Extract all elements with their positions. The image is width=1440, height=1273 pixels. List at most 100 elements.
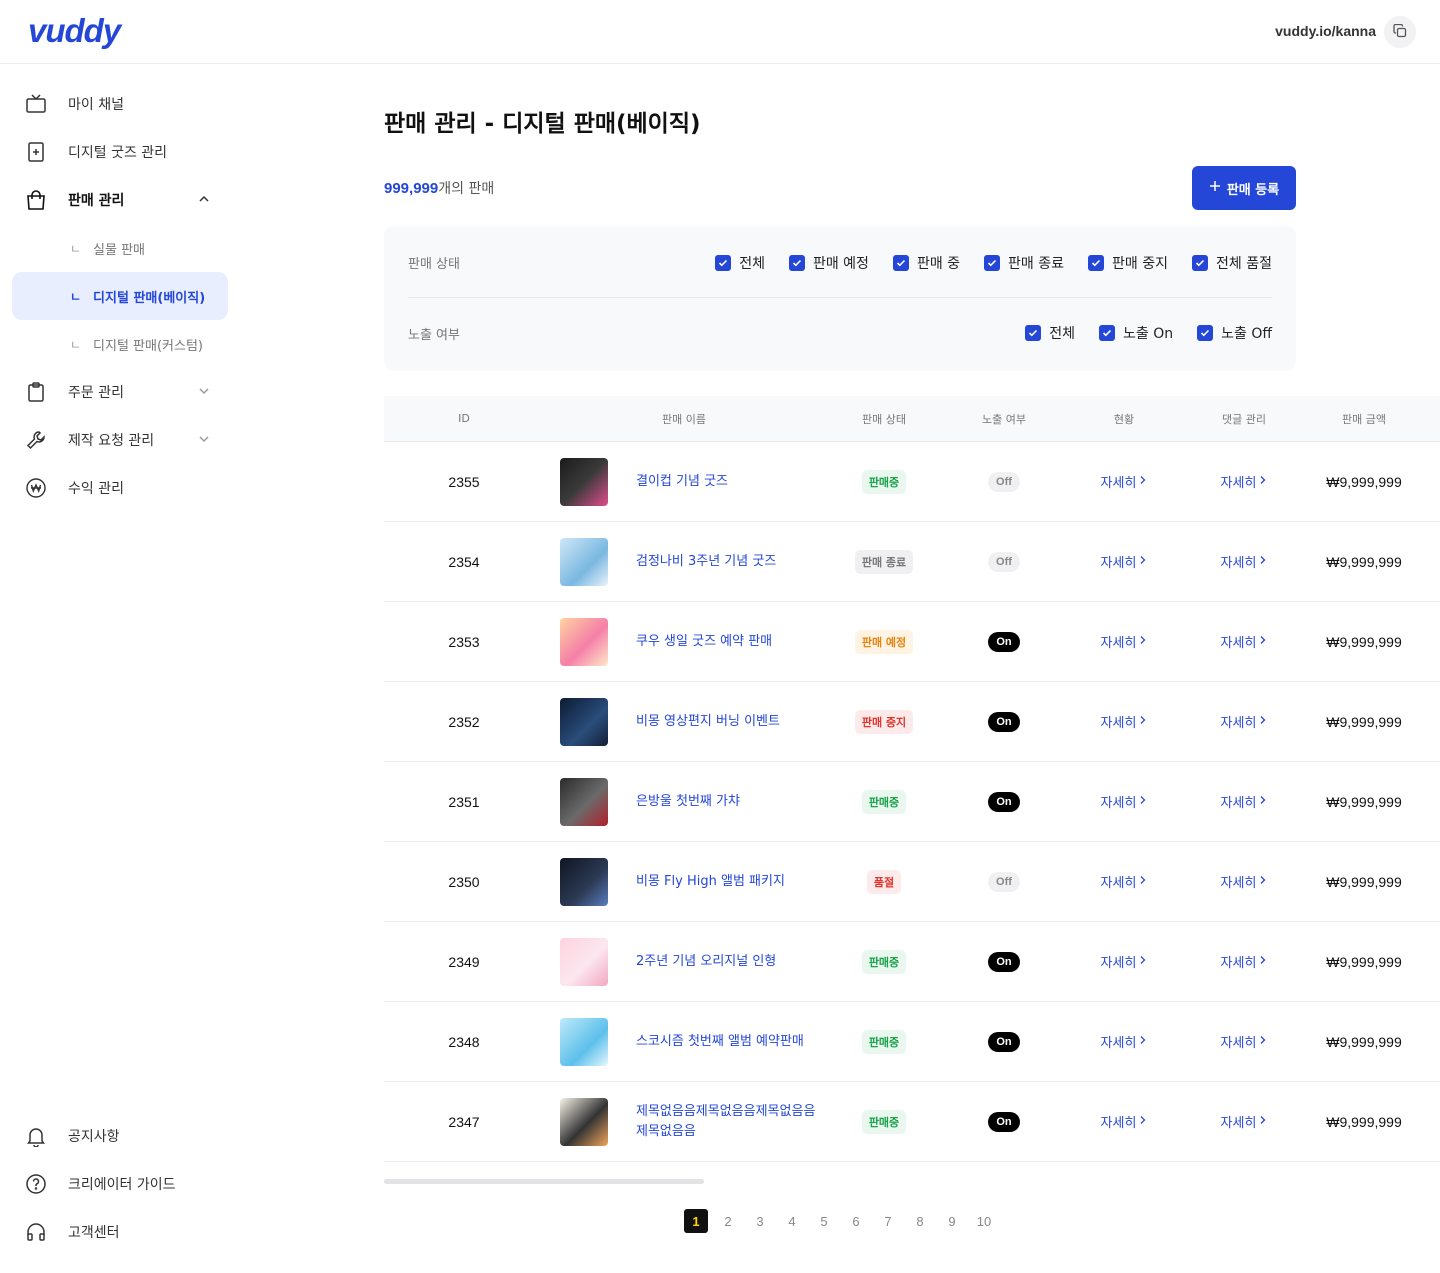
cell-status: 판매중 [824,469,944,494]
exposure-toggle[interactable]: Off [988,871,1020,892]
table-row[interactable]: 2349 2주년 기념 오리지널 인형 판매중 On 자세히 자세히 ₩9,999,999 [384,922,1440,1002]
product-thumbnail [560,1097,608,1146]
detail-label: 자세히 [1220,476,1257,491]
page-2-button[interactable]: 2 [712,1209,744,1233]
product-name-link[interactable]: 스코시즘 첫번째 앨범 예약판매 [636,1032,804,1052]
chevron-right-icon [1259,794,1267,809]
filter-option-label: 판매 종료 [1008,255,1065,272]
comments-detail-link[interactable]: 자세히 [1221,552,1268,571]
chevron-right-icon [1259,1034,1267,1049]
column-header-status: 판매 상태 [862,412,906,426]
sidebar-item-creator-guide[interactable]: 크리에이터 가이드 [12,1160,228,1208]
overview-detail-link[interactable]: 자세히 [1101,1032,1148,1051]
exposure-toggle[interactable]: On [988,1111,1020,1132]
detail-label: 자세히 [1220,1036,1257,1051]
filter-checkbox[interactable]: 노출 Off [1197,323,1272,343]
filter-checkbox[interactable]: 판매 예정 [788,253,869,273]
page-7-button[interactable]: 7 [872,1209,904,1233]
page-1-button[interactable]: 1 [684,1209,708,1233]
exposure-toggle[interactable]: On [988,1031,1020,1052]
sidebar-item-my-channel[interactable]: 마이 채널 [12,80,228,128]
overview-detail-link[interactable]: 자세히 [1101,472,1148,491]
overview-detail-link[interactable]: 자세히 [1101,1112,1148,1131]
filter-checkbox[interactable]: 판매 중 [892,253,960,273]
sidebar-subitem-physical-sales[interactable]: ㄴ 실물 판매 [12,224,228,272]
product-name-link[interactable]: 2주년 기념 오리지널 인형 [636,952,776,972]
overview-detail-link[interactable]: 자세히 [1101,872,1148,891]
table-row[interactable]: 2348 스코시즘 첫번째 앨범 예약판매 판매중 On 자세히 자세히 ₩9,999,99… [384,1002,1440,1082]
table-row[interactable]: 2354 검정나비 3주년 기념 굿즈 판매 종료 Off 자세히 자세히 ₩9,999,9… [384,522,1440,602]
sidebar-item-revenue[interactable]: 수익 관리 [12,464,228,512]
table-row[interactable]: 2350 비몽 Fly High 앨범 패키지 품절 Off 자세히 자세히 ₩9,999,… [384,842,1440,922]
comments-detail-link[interactable]: 자세히 [1221,792,1268,811]
product-name-link[interactable]: 비몽 영상편지 버닝 이벤트 [636,712,780,732]
page-6-button[interactable]: 6 [840,1209,872,1233]
page-3-button[interactable]: 3 [744,1209,776,1233]
page-5-button[interactable]: 5 [808,1209,840,1233]
horizontal-scrollbar[interactable] [384,1179,704,1184]
register-sale-button[interactable]: 판매 등록 [1192,166,1296,210]
table-row[interactable]: 2352 비몽 영상편지 버닝 이벤트 판매 중지 On 자세히 자세히 ₩9,999,99… [384,682,1440,762]
exposure-toggle[interactable]: On [988,791,1020,812]
table-row[interactable]: 2351 은방울 첫번째 가챠 판매중 On 자세히 자세히 ₩9,999,999 [384,762,1440,842]
table-row[interactable]: 2355 결이컵 기념 굿즈 판매중 Off 자세히 자세히 ₩9,999,999 [384,442,1440,522]
vuddy-logo[interactable]: vuddy [28,12,121,50]
sidebar-subitem-digital-basic[interactable]: ㄴ 디지털 판매(베이직) [12,272,228,320]
exposure-toggle[interactable]: Off [988,551,1020,572]
table-row[interactable]: 2353 쿠우 생일 굿즈 예약 판매 판매 예정 On 자세히 자세히 ₩9,999,99… [384,602,1440,682]
comments-detail-link[interactable]: 자세히 [1221,952,1268,971]
filter-checkbox[interactable]: 전체 [715,253,765,273]
product-name-link[interactable]: 비몽 Fly High 앨범 패키지 [636,872,785,892]
product-name-link[interactable]: 은방울 첫번째 가챠 [636,792,740,812]
comments-detail-link[interactable]: 자세히 [1221,632,1268,651]
sidebar-item-sales[interactable]: 판매 관리 [12,176,228,224]
cell-price: ₩9,999,999 [1326,713,1402,730]
comments-detail-link[interactable]: 자세히 [1221,872,1268,891]
comments-detail-link[interactable]: 자세히 [1221,1112,1268,1131]
product-name-link[interactable]: 쿠우 생일 굿즈 예약 판매 [636,632,772,652]
channel-url: vuddy.io/kanna [1275,23,1376,39]
status-badge: 판매 예정 [854,629,914,654]
sidebar-item-notices[interactable]: 공지사항 [12,1112,228,1160]
page-9-button[interactable]: 9 [936,1209,968,1233]
product-name-link[interactable]: 제목없음음제목없음음제목없음음제목없음음 [636,1102,824,1142]
exposure-toggle[interactable]: On [988,711,1020,732]
comments-detail-link[interactable]: 자세히 [1221,1032,1268,1051]
filter-checkbox[interactable]: 노출 On [1099,323,1173,343]
product-thumbnail [560,777,608,826]
overview-detail-link[interactable]: 자세히 [1101,952,1148,971]
page-4-button[interactable]: 4 [776,1209,808,1233]
page-10-button[interactable]: 10 [968,1209,1000,1233]
product-name-link[interactable]: 결이컵 기념 굿즈 [636,472,728,492]
filter-checkbox[interactable]: 판매 중지 [1088,253,1168,273]
exposure-toggle[interactable]: On [988,631,1020,652]
detail-label: 자세히 [1100,1036,1137,1051]
checkbox-checked-icon [1025,325,1042,341]
cell-status: 판매중 [824,1109,944,1134]
page-8-button[interactable]: 8 [904,1209,936,1233]
overview-detail-link[interactable]: 자세히 [1101,712,1148,731]
exposure-toggle[interactable]: On [988,951,1020,972]
overview-detail-link[interactable]: 자세히 [1101,552,1148,571]
bell-icon [24,1124,48,1148]
cell-overview: 자세히 [1064,552,1184,571]
exposure-toggle[interactable]: Off [988,471,1020,492]
overview-detail-link[interactable]: 자세히 [1101,632,1148,651]
sidebar-item-support[interactable]: 고객센터 [12,1208,228,1256]
comments-detail-link[interactable]: 자세히 [1221,472,1268,491]
cell-comments: 자세히 [1184,792,1304,811]
sidebar-item-production-requests[interactable]: 제작 요청 관리 [12,416,228,464]
filter-checkbox[interactable]: 전체 [1025,323,1075,343]
copy-url-button[interactable] [1384,16,1416,48]
overview-detail-link[interactable]: 자세히 [1101,792,1148,811]
sidebar-subitem-digital-custom[interactable]: ㄴ 디지털 판매(커스텀) [12,320,228,368]
sidebar-item-digital-goods[interactable]: 디지털 굿즈 관리 [12,128,228,176]
detail-label: 자세히 [1100,476,1137,491]
product-name-link[interactable]: 검정나비 3주년 기념 굿즈 [636,552,776,572]
cell-id: 2352 [448,713,480,730]
table-row[interactable]: 2347 제목없음음제목없음음제목없음음제목없음음 판매중 On 자세히 자세히 ₩9,99… [384,1082,1440,1162]
comments-detail-link[interactable]: 자세히 [1221,712,1268,731]
filter-checkbox[interactable]: 판매 종료 [984,253,1064,273]
filter-checkbox[interactable]: 전체 품절 [1192,253,1272,273]
sidebar-item-orders[interactable]: 주문 관리 [12,368,228,416]
